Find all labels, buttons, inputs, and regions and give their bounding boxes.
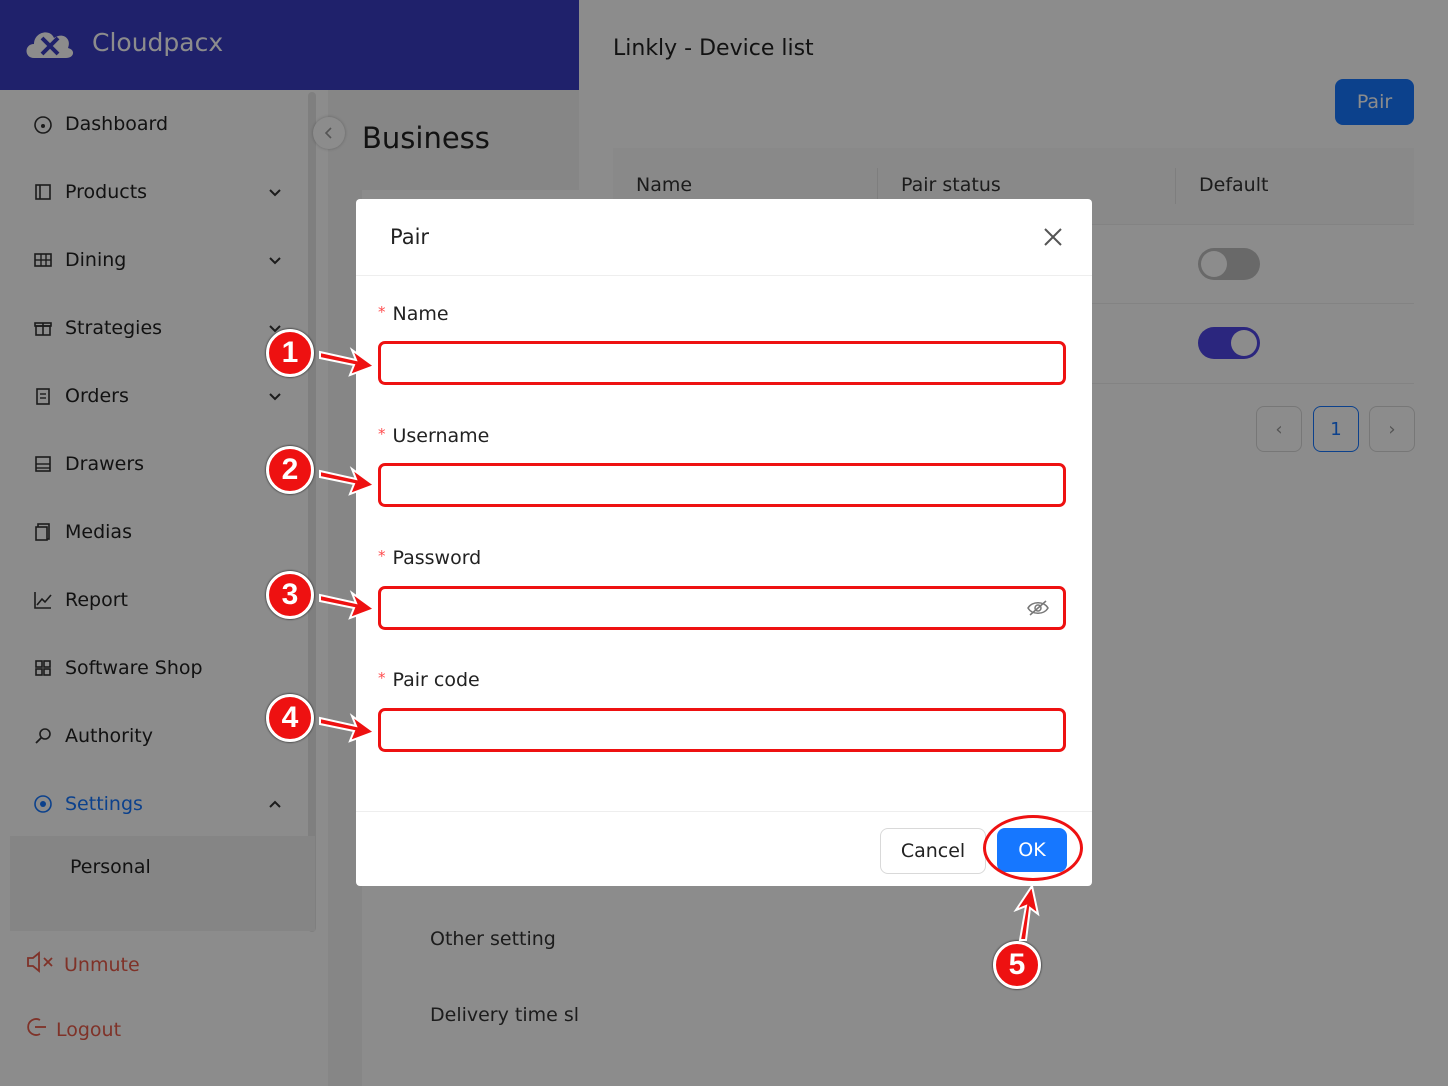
annotation-arrow-5: [1013, 884, 1040, 941]
password-input[interactable]: [378, 586, 1066, 630]
dialog-title: Pair: [390, 225, 430, 249]
cancel-button[interactable]: Cancel: [880, 828, 986, 874]
eye-slash-icon[interactable]: [1027, 599, 1049, 621]
name-label: * Name: [378, 303, 449, 325]
annotation-badge-5: 5: [993, 941, 1041, 989]
annotation-arrow-4: [319, 713, 377, 743]
password-label-text: Password: [392, 547, 482, 569]
annotation-arrow-3: [319, 590, 377, 620]
name-input[interactable]: [378, 341, 1066, 385]
dialog-footer-divider: [356, 811, 1092, 812]
required-mark: *: [378, 669, 386, 687]
ok-highlight-circle: [983, 815, 1083, 881]
required-mark: *: [378, 303, 386, 321]
password-label: * Password: [378, 547, 481, 569]
username-label-text: Username: [392, 425, 490, 447]
required-mark: *: [378, 425, 386, 443]
annotation-badge-4: 4: [266, 694, 314, 742]
pair-code-label: * Pair code: [378, 669, 480, 691]
annotation-badge-3: 3: [266, 571, 314, 619]
annotation-badge-1: 1: [266, 329, 314, 377]
annotation-arrow-1: [319, 347, 377, 377]
name-label-text: Name: [392, 303, 449, 325]
pair-code-input[interactable]: [378, 708, 1066, 752]
pair-dialog: Pair * Name * Username * Password * Pair cod…: [356, 199, 1092, 886]
username-label: * Username: [378, 425, 489, 447]
annotation-badge-2: 2: [266, 446, 314, 494]
pair-code-label-text: Pair code: [392, 669, 480, 691]
username-input[interactable]: [378, 463, 1066, 507]
required-mark: *: [378, 547, 386, 565]
annotation-arrow-2: [319, 466, 377, 496]
dialog-header-divider: [356, 275, 1092, 276]
close-icon[interactable]: [1042, 226, 1064, 248]
